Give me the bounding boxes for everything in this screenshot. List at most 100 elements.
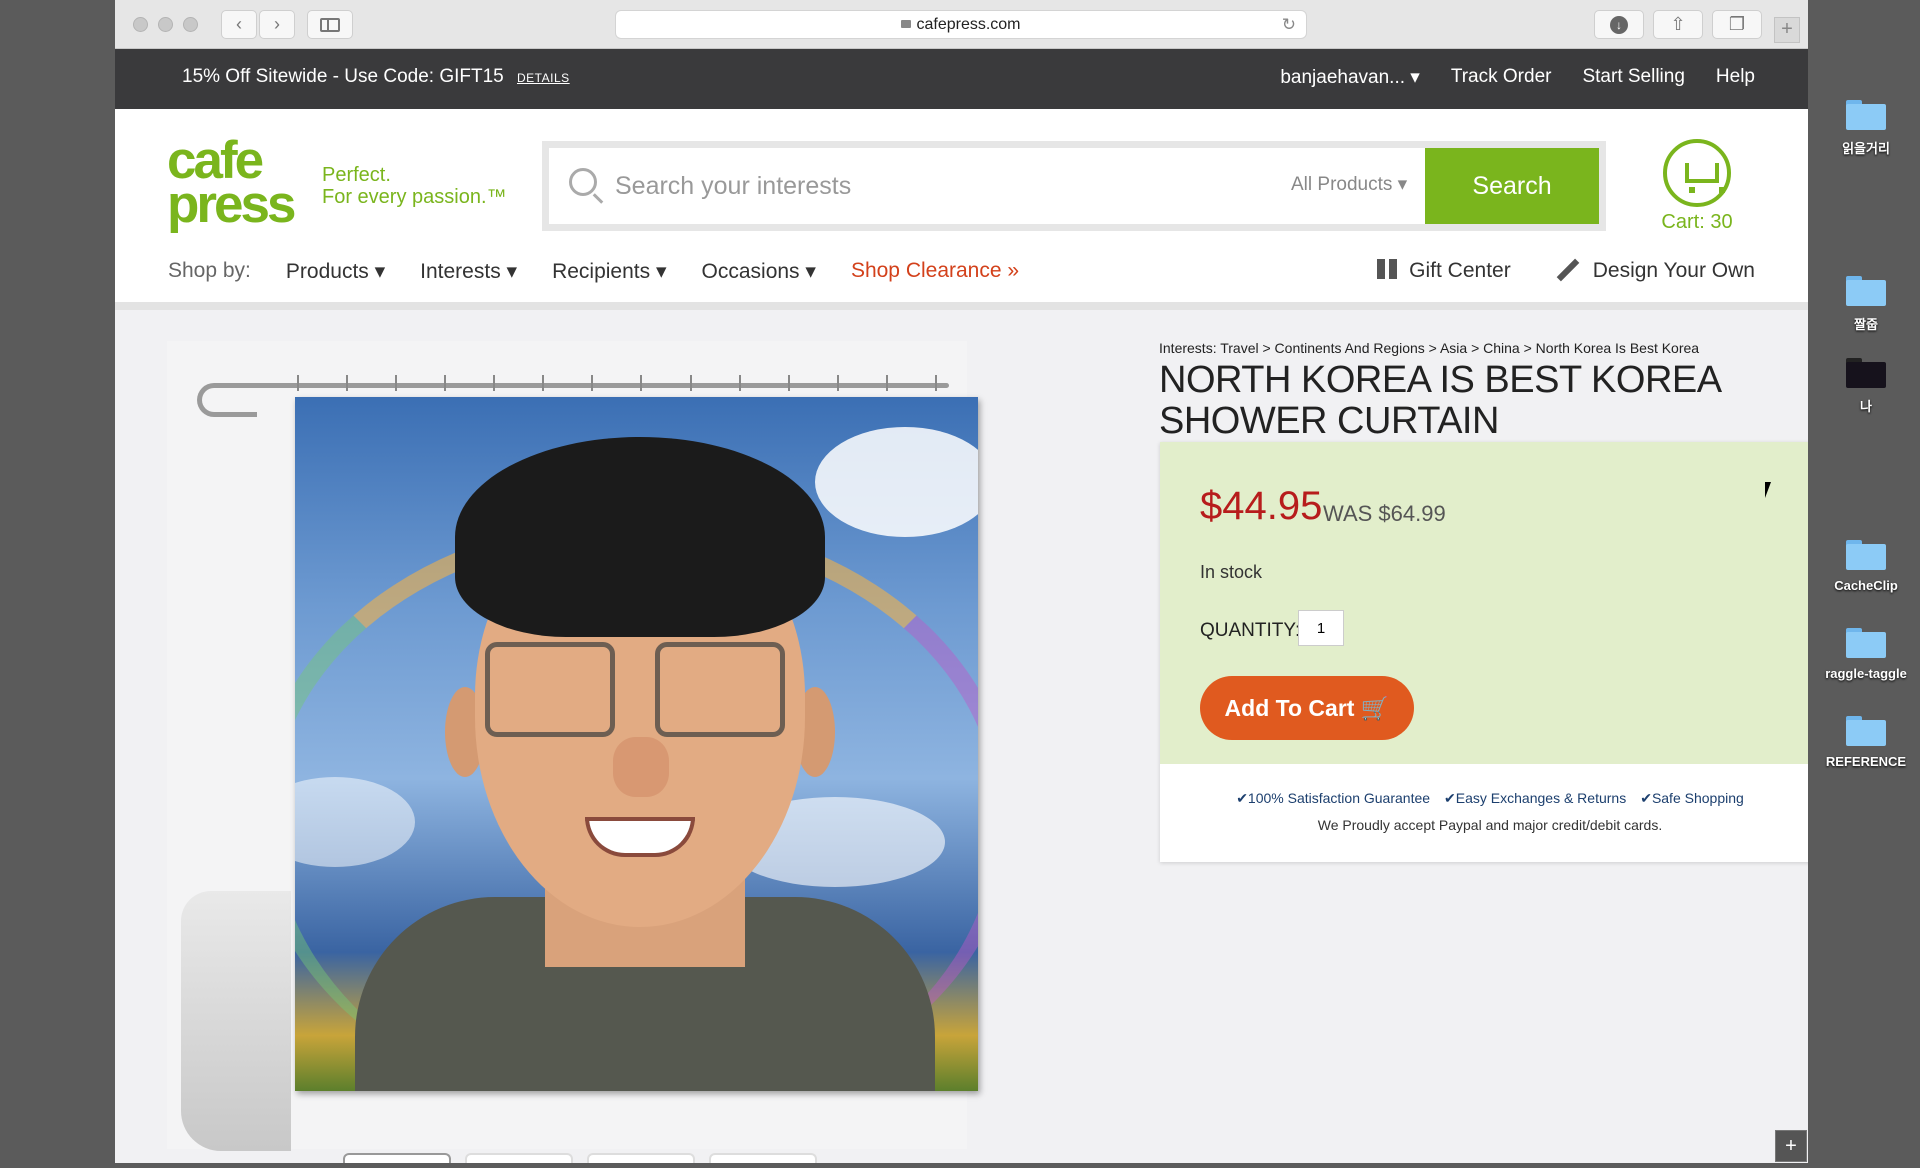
was-price: WAS $64.99 (1323, 501, 1446, 526)
cart[interactable]: Cart: 30 (1652, 139, 1742, 234)
help-link[interactable]: Help (1716, 66, 1755, 89)
desktop-folder-label: 짤줍 (1854, 317, 1878, 332)
buy-box-bottom: 100% Satisfaction Guarantee Easy Exchang… (1160, 764, 1808, 833)
url-text: cafepress.com (916, 16, 1021, 33)
tabs-overview-button[interactable]: ❐ (1712, 10, 1762, 39)
lock-icon (901, 20, 912, 28)
browser-window: ‹ › cafepress.com ↻ ↓ ⇧ ❐ + 15% Off Site… (115, 0, 1808, 1163)
search-icon (569, 168, 597, 196)
address-bar[interactable]: cafepress.com ↻ (615, 10, 1307, 39)
new-tab-button[interactable]: + (1774, 17, 1800, 43)
shower-curtain-print (295, 397, 978, 1091)
image-thumbnails (343, 1153, 817, 1163)
desktop-folder-label: 나 (1860, 399, 1872, 414)
cart-count: Cart: 30 (1661, 211, 1733, 233)
nav-occasions[interactable]: Occasions ▾ (702, 259, 816, 284)
chevron-left-icon: ‹ (236, 14, 242, 34)
product-page: Interests: Travel > Continents And Regio… (115, 310, 1808, 1163)
thumbnail-2[interactable] (465, 1153, 573, 1163)
search-input[interactable] (615, 170, 1215, 202)
guarantee-safe-shopping[interactable]: Safe Shopping (1640, 790, 1744, 807)
nav-interests[interactable]: Interests ▾ (420, 259, 517, 284)
pencil-icon (1556, 258, 1580, 282)
desktop-icons: 읽을거리 짤줍 나 CacheClip raggle-taggle REFERE… (1812, 0, 1920, 1168)
search-box: All Products ▾ Search (549, 148, 1599, 224)
portrait-nose (613, 737, 669, 797)
desktop-folder-3[interactable]: CacheClip (1812, 540, 1920, 593)
folder-icon (1846, 540, 1886, 570)
product-title: NORTH KOREA IS BEST KOREA SHOWER CURTAIN (1159, 359, 1720, 442)
products-dropdown[interactable]: All Products ▾ (1291, 173, 1407, 196)
thumbnail-1[interactable] (343, 1153, 451, 1163)
tagline-line-2: For every passion.™ (322, 186, 507, 208)
cafepress-logo[interactable]: cafe press (167, 134, 307, 234)
desktop-folder-1[interactable]: 짤줍 (1812, 276, 1920, 333)
gift-center-link[interactable]: Gift Center (1377, 259, 1511, 283)
logo-bottom: press (167, 175, 296, 234)
track-order-link[interactable]: Track Order (1451, 66, 1552, 89)
history-nav: ‹ › (221, 10, 295, 39)
share-icon: ⇧ (1670, 14, 1686, 34)
buy-box-top: $44.95 WAS $64.99 In stock QUANTITY: Add… (1160, 442, 1808, 764)
desktop-folder-0[interactable]: 읽을거리 (1812, 100, 1920, 157)
desktop-folder-5[interactable]: REFERENCE (1812, 716, 1920, 769)
browser-toolbar: ‹ › cafepress.com ↻ ↓ ⇧ ❐ + (115, 0, 1808, 49)
portrait-glasses-left (485, 642, 615, 737)
share-button[interactable]: ⇧ (1653, 10, 1703, 39)
gift-center-label: Gift Center (1409, 259, 1511, 282)
desktop-file-2[interactable]: 나 (1812, 358, 1920, 415)
folder-icon (1846, 716, 1886, 746)
quantity-input[interactable] (1298, 610, 1344, 646)
portrait-glasses-right (655, 642, 785, 737)
minimize-window-button[interactable] (158, 17, 173, 32)
shop-by-label: Shop by: (168, 259, 251, 282)
design-your-own-link[interactable]: Design Your Own (1555, 258, 1755, 283)
curtain-rod-end (197, 383, 257, 417)
search-bar: All Products ▾ Search (542, 141, 1606, 231)
folder-icon (1846, 100, 1886, 130)
promo-details-link[interactable]: DETAILS (517, 71, 570, 85)
search-button[interactable]: Search (1425, 148, 1599, 224)
promo-bar: 15% Off Sitewide - Use Code: GIFT15 DETA… (115, 49, 1808, 109)
forward-button[interactable]: › (259, 10, 295, 39)
thumbnail-3[interactable] (587, 1153, 695, 1163)
bottom-plus-button[interactable]: + (1775, 1130, 1807, 1162)
portrait-hair (455, 437, 825, 637)
desktop-folder-label: 읽을거리 (1842, 141, 1890, 156)
close-window-button[interactable] (133, 17, 148, 32)
account-menu[interactable]: banjaehavan... ▾ (1280, 66, 1419, 89)
toolbar-right: ↓ ⇧ ❐ (1594, 10, 1762, 39)
quantity-label: QUANTITY: (1200, 620, 1301, 641)
nav-shop-clearance[interactable]: Shop Clearance » (851, 259, 1019, 284)
right-nav: Gift Center Design Your Own (1377, 258, 1755, 283)
start-selling-link[interactable]: Start Selling (1582, 66, 1684, 89)
desktop-folder-4[interactable]: raggle-taggle (1812, 628, 1920, 681)
folder-icon (1846, 628, 1886, 658)
curtain-hooks (297, 375, 937, 391)
download-icon: ↓ (1610, 15, 1628, 34)
zoom-window-button[interactable] (183, 17, 198, 32)
thumbnail-4[interactable] (709, 1153, 817, 1163)
window-controls (133, 17, 198, 32)
add-to-cart-button[interactable]: Add To Cart 🛒 (1200, 676, 1414, 740)
gift-icon (1377, 259, 1398, 279)
breadcrumb[interactable]: Interests: Travel > Continents And Regio… (1159, 340, 1699, 356)
desktop-folder-label: CacheClip (1834, 578, 1898, 593)
bathtub-illustration (181, 891, 291, 1151)
guarantees: 100% Satisfaction Guarantee Easy Exchang… (1160, 790, 1808, 807)
sidebar-toggle-button[interactable] (307, 10, 353, 39)
chevron-right-icon: › (274, 14, 280, 34)
reload-icon[interactable]: ↻ (1282, 11, 1296, 38)
guarantee-exchanges[interactable]: Easy Exchanges & Returns (1444, 790, 1626, 807)
nav-products[interactable]: Products ▾ (286, 259, 385, 284)
stock-status: In stock (1200, 562, 1263, 582)
cart-icon (1663, 139, 1731, 207)
promo-text: 15% Off Sitewide - Use Code: GIFT15 (182, 66, 504, 87)
guarantee-satisfaction[interactable]: 100% Satisfaction Guarantee (1236, 790, 1430, 807)
nav-recipients[interactable]: Recipients ▾ (552, 259, 666, 284)
product-image[interactable] (167, 341, 978, 1151)
back-button[interactable]: ‹ (221, 10, 257, 39)
downloads-button[interactable]: ↓ (1594, 10, 1644, 39)
desktop-folder-label: REFERENCE (1825, 754, 1907, 769)
sidebar-icon (320, 17, 340, 32)
